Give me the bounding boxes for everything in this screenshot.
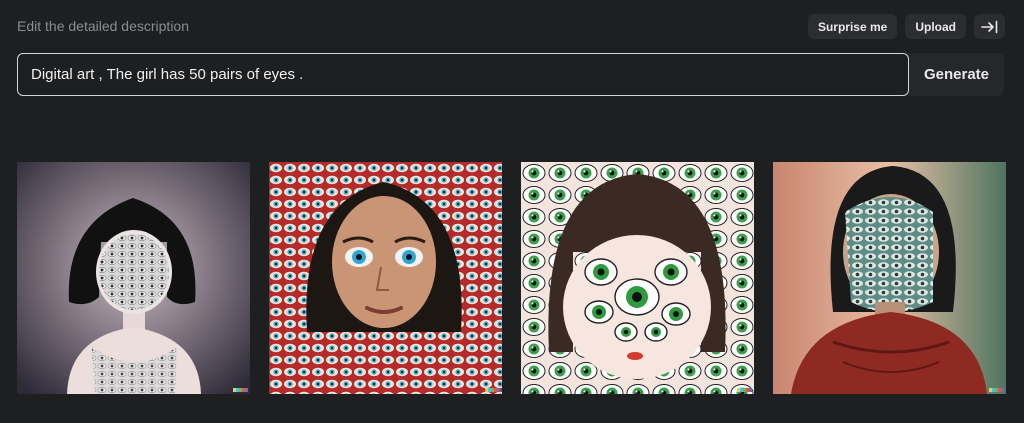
result-image-4-art [773,162,1006,394]
result-image-3[interactable] [521,162,754,394]
hint-text: Edit the detailed description [17,18,189,34]
prompt-bar: Generate [17,53,1004,96]
results-grid [17,162,1006,394]
signature-mark [233,388,248,392]
collapse-right-icon[interactable] [974,14,1005,39]
generate-button[interactable]: Generate [909,53,1004,96]
surprise-me-button[interactable]: Surprise me [807,14,898,39]
prompt-input[interactable] [17,53,909,96]
result-image-2[interactable] [269,162,502,394]
result-image-4[interactable] [773,162,1006,394]
signature-mark [737,388,752,392]
result-image-3-art [521,162,754,394]
signature-mark [485,388,500,392]
result-image-2-art [269,162,502,394]
result-image-1[interactable] [17,162,250,394]
upload-button[interactable]: Upload [905,14,966,39]
result-image-1-art [17,162,250,394]
signature-mark [989,388,1004,392]
toolbar: Surprise me Upload [807,14,1005,39]
